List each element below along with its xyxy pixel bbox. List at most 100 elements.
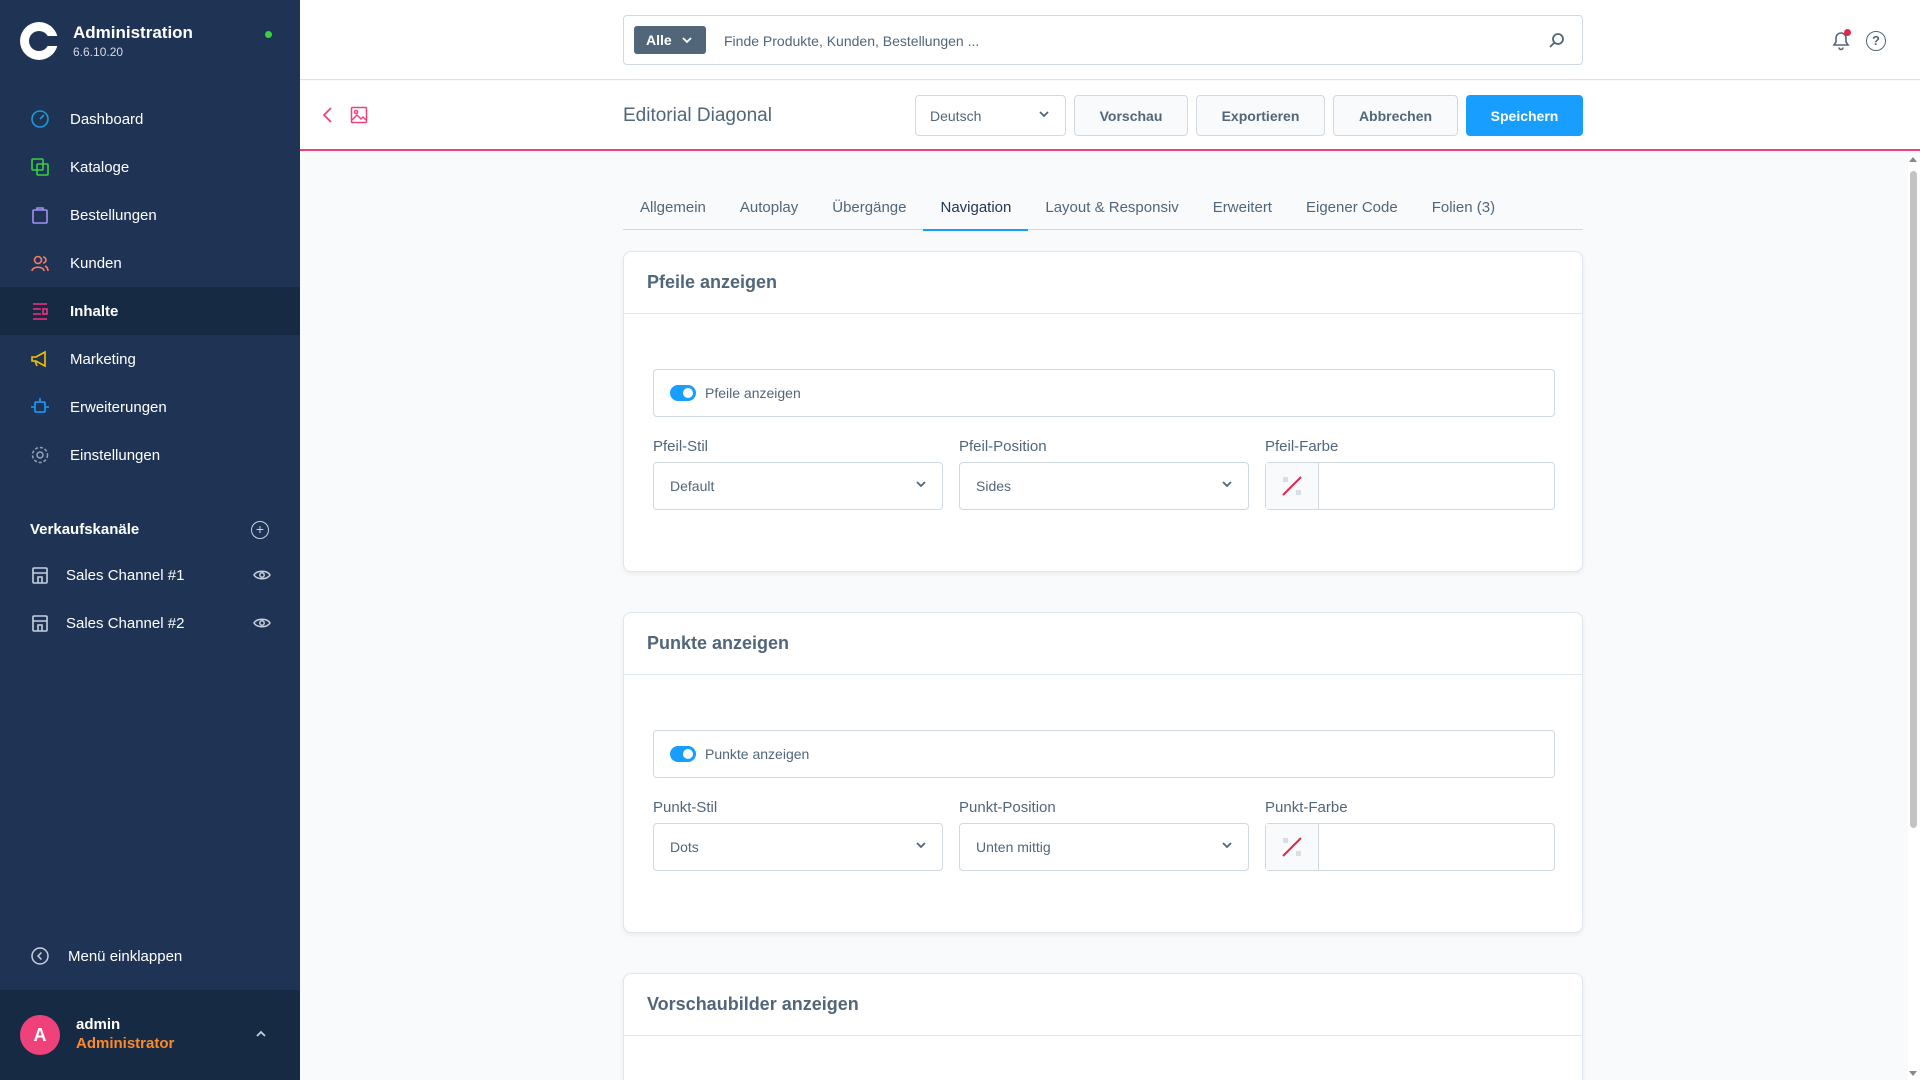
marketing-icon [30, 349, 50, 369]
scrollbar-thumb[interactable] [1910, 171, 1917, 828]
dots-toggle[interactable] [670, 746, 696, 762]
arrows-card: Pfeile anzeigen Pfeile anzeigen Pfeil-St… [623, 251, 1583, 572]
field-label: Pfeil-Farbe [1265, 438, 1339, 455]
search-type-select[interactable]: Alle [634, 26, 706, 54]
field-label: Pfeil-Position [959, 438, 1047, 455]
status-dot-icon [265, 31, 272, 38]
sales-channel-label: Sales Channel #2 [66, 614, 185, 632]
no-color-icon [1282, 837, 1302, 857]
sales-channel-label: Sales Channel #1 [66, 566, 185, 584]
sales-channels-title: Verkaufskanäle [30, 521, 140, 538]
search-type-label: Alle [646, 32, 672, 48]
add-sales-channel-icon[interactable]: + [251, 521, 269, 539]
export-button[interactable]: Exportieren [1196, 95, 1325, 136]
cancel-button[interactable]: Abbrechen [1333, 95, 1458, 136]
help-icon[interactable]: ? [1866, 31, 1886, 51]
dot-style-select[interactable]: Dots [653, 823, 943, 871]
tab-navigation[interactable]: Navigation [923, 193, 1029, 231]
tab-uebergaenge[interactable]: Übergänge [815, 193, 923, 230]
sidebar-item-dashboard[interactable]: Dashboard [0, 95, 300, 143]
customers-icon [30, 253, 50, 273]
sidebar-item-label: Kunden [70, 254, 122, 272]
scrollbar[interactable] [1908, 153, 1920, 1080]
chevron-down-icon [916, 842, 926, 848]
save-button[interactable]: Speichern [1466, 95, 1583, 136]
user-menu[interactable]: A admin Administrator [0, 990, 300, 1080]
chevron-down-icon [1222, 842, 1232, 848]
back-arrow-icon[interactable] [320, 105, 336, 125]
sidebar-item-label: Bestellungen [70, 206, 157, 224]
sidebar-item-bestellungen[interactable]: Bestellungen [0, 191, 300, 239]
card-title: Pfeile anzeigen [624, 252, 1582, 314]
chevron-up-icon[interactable] [255, 1028, 267, 1040]
dots-switch-field[interactable]: Punkte anzeigen [653, 730, 1555, 778]
switch-label: Pfeile anzeigen [705, 385, 801, 401]
sidebar-item-label: Dashboard [70, 110, 144, 128]
dots-card: Punkte anzeigen Punkte anzeigen Punkt-St… [623, 612, 1583, 933]
user-role: Administrator [76, 1035, 175, 1052]
topbar: Alle ? [300, 0, 1920, 80]
preview-button[interactable]: Vorschau [1074, 95, 1188, 136]
tab-allgemein[interactable]: Allgemein [623, 193, 723, 230]
switch-label: Punkte anzeigen [705, 746, 810, 762]
sidebar-item-erweiterungen[interactable]: Erweiterungen [0, 383, 300, 431]
dot-position-select[interactable]: Unten mittig [959, 823, 1249, 871]
visibility-eye-icon[interactable] [253, 617, 271, 629]
tab-folien[interactable]: Folien (3) [1415, 193, 1512, 230]
sales-channel-item[interactable]: Sales Channel #2 [0, 599, 300, 647]
tab-autoplay[interactable]: Autoplay [723, 193, 815, 230]
arrows-switch-field[interactable]: Pfeile anzeigen [653, 369, 1555, 417]
sidebar-item-kataloge[interactable]: Kataloge [0, 143, 300, 191]
arrow-position-select[interactable]: Sides [959, 462, 1249, 510]
color-swatch[interactable] [1266, 824, 1319, 870]
tab-erweitert[interactable]: Erweitert [1196, 193, 1289, 230]
sidebar-item-inhalte[interactable]: Inhalte [0, 287, 300, 335]
brand[interactable]: Administration 6.6.10.20 [20, 22, 193, 60]
thumbnails-card: Vorschaubilder anzeigen [623, 973, 1583, 1080]
dot-color-field[interactable] [1265, 823, 1555, 871]
select-value: Unten mittig [976, 839, 1051, 855]
notification-badge [1844, 29, 1851, 36]
sidebar-item-label: Marketing [70, 350, 136, 368]
shopware-logo-icon [20, 22, 58, 60]
global-search: Alle [623, 15, 1583, 65]
tab-bar: Allgemein Autoplay Übergänge Navigation … [623, 193, 1583, 231]
sidebar-item-label: Erweiterungen [70, 398, 167, 416]
scroll-down-icon[interactable] [1909, 1071, 1917, 1076]
visibility-eye-icon[interactable] [253, 569, 271, 581]
arrow-style-select[interactable]: Default [653, 462, 943, 510]
storefront-icon [30, 565, 50, 585]
arrow-color-field[interactable] [1265, 462, 1555, 510]
image-slider-icon [350, 106, 368, 124]
dashboard-icon [30, 109, 50, 129]
sales-channel-item[interactable]: Sales Channel #1 [0, 551, 300, 599]
chevron-down-icon [916, 481, 926, 487]
storefront-icon [30, 613, 50, 633]
field-label: Punkt-Farbe [1265, 799, 1348, 816]
no-color-icon [1282, 476, 1302, 496]
chevron-left-circle-icon [30, 946, 50, 966]
sidebar-item-label: Inhalte [70, 302, 119, 320]
tab-layout-responsiv[interactable]: Layout & Responsiv [1028, 193, 1195, 230]
field-label: Pfeil-Stil [653, 438, 709, 455]
sidebar-item-label: Kataloge [70, 158, 130, 176]
sidebar-item-kunden[interactable]: Kunden [0, 239, 300, 287]
select-value: Dots [670, 839, 699, 855]
scroll-up-icon[interactable] [1909, 157, 1917, 162]
tab-eigener-code[interactable]: Eigener Code [1289, 193, 1415, 230]
sidebar-item-einstellungen[interactable]: Einstellungen [0, 431, 300, 479]
main-nav: Dashboard Kataloge Bestellungen Kunden I… [0, 95, 300, 479]
search-icon[interactable] [1548, 31, 1566, 49]
extensions-icon [30, 397, 50, 417]
field-label: Punkt-Position [959, 799, 1056, 816]
arrows-toggle[interactable] [670, 385, 696, 401]
select-value: Default [670, 478, 715, 494]
field-label: Punkt-Stil [653, 799, 718, 816]
orders-icon [30, 205, 50, 225]
color-swatch[interactable] [1266, 463, 1319, 509]
collapse-menu-button[interactable]: Menü einklappen [30, 946, 182, 966]
search-input[interactable] [724, 28, 1504, 54]
sidebar-item-marketing[interactable]: Marketing [0, 335, 300, 383]
language-select[interactable]: Deutsch [915, 95, 1066, 136]
select-value: Sides [976, 478, 1012, 494]
